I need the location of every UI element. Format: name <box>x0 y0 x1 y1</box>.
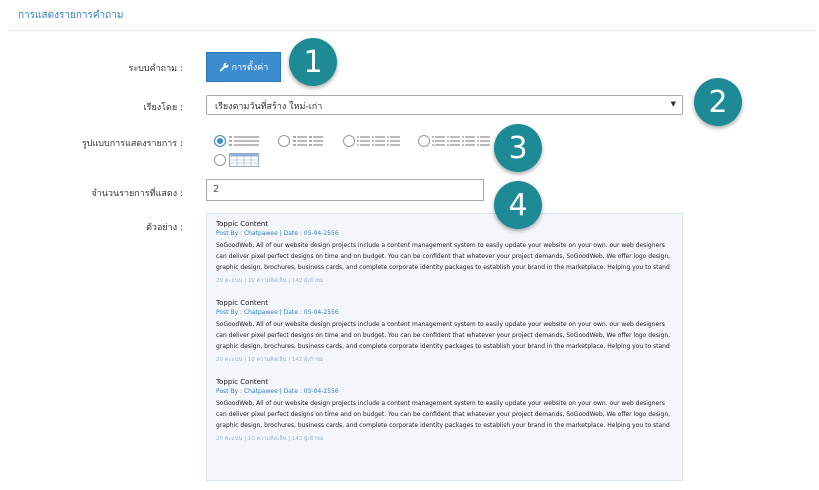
item-count-input[interactable]: 2 <box>206 179 484 201</box>
display-format-label: รูปแบบการแสดงรายการ : <box>81 139 183 149</box>
preview-item: Toppic Content Post By : Chatpawee | Dat… <box>216 220 673 285</box>
display-option-list-4-columns[interactable] <box>418 135 430 147</box>
grid-table-icon <box>229 153 259 167</box>
preview-item-stats: 20 คะแนน | 10 ความคิดเห็น | 142 ผู้เข้าช… <box>216 357 324 363</box>
sort-select[interactable]: เรียงตามวันที่สร้าง ใหม่-เก่า ▼ <box>206 95 683 115</box>
preview-item-stats: 20 คะแนน | 10 ความคิดเห็น | 142 ผู้เข้าช… <box>216 436 324 442</box>
page-title: การแสดงรายการคำถาม <box>18 10 124 21</box>
display-option-grid-table[interactable] <box>214 154 226 166</box>
preview-item-meta: Post By : Chatpawee | Date : 05-04-2556 <box>216 388 339 395</box>
display-option-list-3-columns[interactable] <box>343 135 355 147</box>
callout-badge-2: 2 <box>694 78 742 126</box>
example-preview-panel: Toppic Content Post By : Chatpawee | Dat… <box>206 213 683 481</box>
display-option-list-2-columns[interactable] <box>278 135 290 147</box>
preview-item-meta: Post By : Chatpawee | Date : 05-04-2556 <box>216 230 339 237</box>
preview-item-body: SoGoodWeb, All of our website design pro… <box>216 400 671 429</box>
sort-select-value: เรียงตามวันที่สร้าง ใหม่-เก่า <box>215 102 323 112</box>
question-system-label: ระบบคำถาม : <box>128 64 184 74</box>
sort-by-label: เรียงโดย : <box>143 103 183 113</box>
list-2-columns-icon <box>293 136 323 146</box>
callout-badge-3: 3 <box>494 124 542 172</box>
title-divider <box>8 30 815 31</box>
settings-button[interactable]: การตั้งค่า <box>206 52 281 82</box>
display-option-list-1-column[interactable] <box>214 135 226 147</box>
preview-item-stats: 20 คะแนน | 10 ความคิดเห็น | 142 ผู้เข้าช… <box>216 278 324 284</box>
preview-item-title[interactable]: Toppic Content <box>216 299 673 307</box>
callout-badge-4: 4 <box>494 181 542 229</box>
item-count-label: จำนวนรายการที่แสดง : <box>91 189 183 199</box>
wrench-icon <box>219 62 229 72</box>
example-label: ตัวอย่าง : <box>146 223 183 233</box>
list-4-columns-icon <box>432 136 490 146</box>
preview-item-title[interactable]: Toppic Content <box>216 220 673 228</box>
settings-button-label: การตั้งค่า <box>231 63 269 73</box>
preview-item: Toppic Content Post By : Chatpawee | Dat… <box>216 378 673 443</box>
preview-item: Toppic Content Post By : Chatpawee | Dat… <box>216 299 673 364</box>
list-3-columns-icon <box>357 136 400 146</box>
preview-item-title[interactable]: Toppic Content <box>216 378 673 386</box>
preview-item-body: SoGoodWeb, All of our website design pro… <box>216 242 671 271</box>
list-1-column-icon <box>229 136 259 146</box>
preview-item-body: SoGoodWeb, All of our website design pro… <box>216 321 671 350</box>
dropdown-arrow-icon: ▼ <box>670 100 676 108</box>
callout-badge-1: 1 <box>289 38 337 86</box>
preview-item-meta: Post By : Chatpawee | Date : 05-04-2556 <box>216 309 339 316</box>
